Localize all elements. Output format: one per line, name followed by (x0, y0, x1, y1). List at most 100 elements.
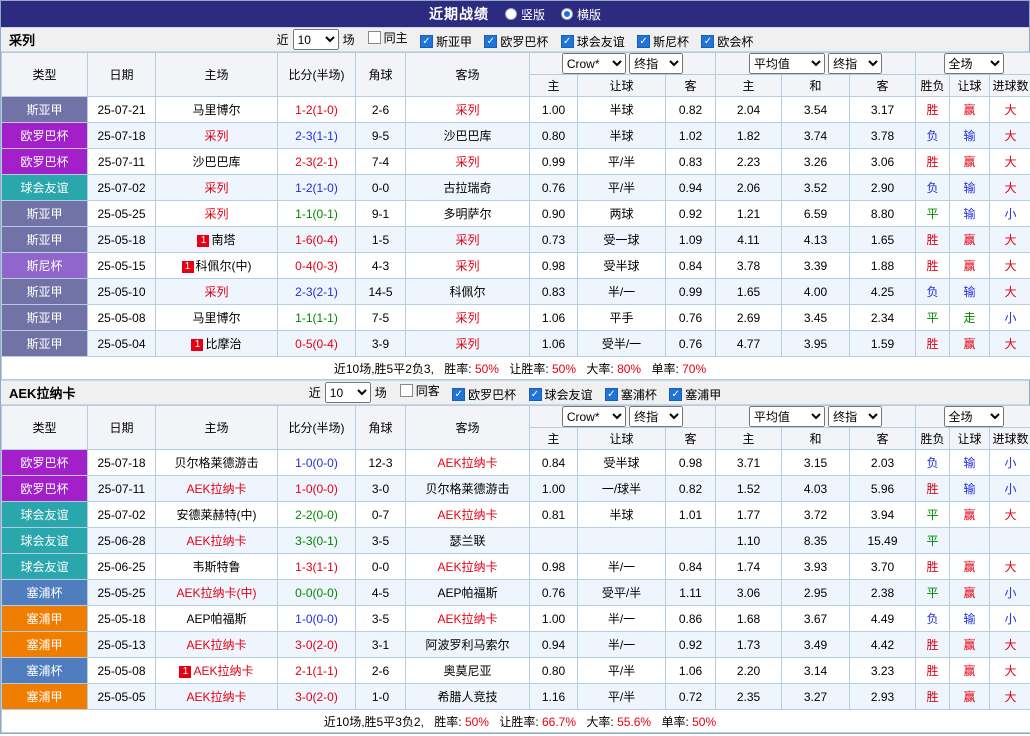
away-team[interactable]: 采列 (405, 96, 530, 123)
result-handicap: 输 (949, 278, 990, 305)
league-filter-checkbox[interactable]: 斯尼杯 (637, 33, 689, 50)
home-team[interactable]: 采列 (155, 278, 278, 305)
league-type-badge: 塞浦甲 (1, 605, 88, 632)
home-team[interactable]: AEK拉纳卡 (155, 475, 278, 502)
view-horizontal-radio[interactable]: 横版 (561, 6, 601, 23)
score-halftime: 1-1(0-1) (277, 200, 356, 227)
home-team[interactable]: AEP帕福斯 (155, 605, 278, 632)
match-date: 25-05-08 (87, 304, 156, 331)
avg-odds-home: 1.74 (715, 553, 782, 580)
home-team[interactable]: 安德莱赫特(中) (155, 501, 278, 528)
away-team[interactable]: 采列 (405, 226, 530, 253)
col-result-wdl: 胜负 (915, 74, 950, 97)
col-result-goals: 进球数 (988, 427, 1030, 450)
result-scope-select[interactable]: 全场 (943, 406, 1004, 427)
league-filter-checkbox[interactable]: 欧罗巴杯 (484, 33, 548, 50)
away-team[interactable]: AEK拉纳卡 (405, 501, 530, 528)
home-team[interactable]: 采列 (155, 122, 278, 149)
league-filter-checkbox[interactable]: 欧罗巴杯 (452, 386, 516, 403)
league-filter-checkbox[interactable]: 塞浦杯 (604, 386, 657, 403)
match-row: 欧罗巴杯 25-07-11 AEK拉纳卡 1-0(0-0) 3-0 贝尔格莱德游… (1, 475, 1030, 502)
home-team[interactable]: 1 科佩尔(中) (155, 252, 278, 279)
result-handicap: 输 (949, 200, 990, 227)
away-team[interactable]: 采列 (405, 330, 530, 357)
recent-count-select[interactable]: 10 (292, 29, 339, 50)
away-team[interactable]: 采列 (405, 252, 530, 279)
checkbox-label: 球会友谊 (576, 35, 625, 50)
league-type-badge: 塞浦杯 (1, 657, 88, 684)
match-date: 25-07-21 (87, 96, 156, 123)
away-team[interactable]: 采列 (405, 148, 530, 175)
home-team[interactable]: AEK拉纳卡 (155, 527, 278, 554)
handicap-odds-home: 0.76 (529, 579, 578, 606)
league-filter-checkbox[interactable]: 欧会杯 (701, 33, 753, 50)
away-team[interactable]: AEK拉纳卡 (405, 449, 530, 476)
league-type-badge: 球会友谊 (1, 501, 88, 528)
home-team[interactable]: 采列 (155, 174, 278, 201)
home-team[interactable]: 采列 (155, 200, 278, 227)
team2-name: AEK拉纳卡 (9, 386, 76, 401)
handicap-odds-home: 1.06 (529, 304, 578, 331)
team-name: 采列 (455, 311, 480, 325)
league-filter-checkbox[interactable]: 同主 (367, 29, 408, 46)
home-team[interactable]: 马里博尔 (155, 304, 278, 331)
team-name: AEK拉纳卡 (193, 664, 254, 678)
away-team[interactable]: 古拉瑞奇 (405, 174, 530, 201)
home-team[interactable]: 1 南塔 (155, 226, 278, 253)
result-scope-select[interactable]: 全场 (943, 53, 1004, 74)
away-team[interactable]: 多明萨尔 (405, 200, 530, 227)
away-team[interactable]: 沙巴巴库 (405, 122, 530, 149)
home-team[interactable]: AEK拉纳卡(中) (155, 579, 278, 606)
home-team[interactable]: 贝尔格莱德游击 (155, 449, 278, 476)
away-team[interactable]: 科佩尔 (405, 278, 530, 305)
league-filter-checkbox[interactable]: 同客 (399, 382, 440, 399)
handicap-time-select[interactable]: 终指 (629, 53, 684, 74)
games-label: 场 (374, 386, 387, 400)
avg-odds-draw: 3.27 (781, 683, 850, 710)
checkbox-icon (637, 35, 651, 49)
away-team[interactable]: 希腊人竞技 (405, 683, 530, 710)
home-team[interactable]: 1 比摩治 (155, 330, 278, 357)
away-team[interactable]: AEK拉纳卡 (405, 553, 530, 580)
view-vertical-radio[interactable]: 竖版 (504, 6, 545, 23)
home-team[interactable]: 马里博尔 (155, 96, 278, 123)
summary-segment: 80% (617, 361, 642, 376)
recent-count-select[interactable]: 10 (324, 382, 371, 403)
home-team[interactable]: AEK拉纳卡 (155, 631, 278, 658)
team2-filters: 近 10 场 同客 欧罗巴杯 球会友谊 塞浦杯 塞浦甲 (309, 382, 721, 404)
corners: 3-9 (355, 330, 406, 357)
away-team[interactable]: 采列 (405, 304, 530, 331)
away-team[interactable]: 奥莫尼亚 (405, 657, 530, 684)
league-filter-checkbox[interactable]: 斯亚甲 (419, 33, 472, 50)
avg-time-select[interactable]: 终指 (828, 53, 883, 74)
away-team[interactable]: AEP帕福斯 (405, 579, 530, 606)
home-team[interactable]: AEK拉纳卡 (155, 683, 278, 710)
handicap-time-select[interactable]: 终指 (629, 406, 684, 427)
result-win-draw-loss: 负 (915, 449, 950, 476)
away-team[interactable]: 贝尔格莱德游击 (405, 475, 530, 502)
avg-odds-select[interactable]: 平均值 (748, 406, 825, 427)
team-name: 瑟兰联 (449, 534, 486, 548)
team-name: 采列 (204, 181, 229, 195)
odds-provider-select[interactable]: Crow* (561, 53, 626, 74)
checkbox-label: 塞浦甲 (685, 388, 722, 403)
home-team[interactable]: 1 AEK拉纳卡 (155, 657, 278, 684)
result-win-draw-loss: 平 (915, 200, 950, 227)
avg-odds-draw: 6.59 (781, 200, 850, 227)
checkbox-icon (528, 388, 542, 402)
away-team[interactable]: 瑟兰联 (405, 527, 530, 554)
match-date: 25-06-25 (87, 553, 156, 580)
odds-provider-select[interactable]: Crow* (561, 406, 626, 427)
avg-time-select[interactable]: 终指 (828, 406, 883, 427)
result-over-under: 大 (988, 226, 1030, 253)
away-team[interactable]: AEK拉纳卡 (405, 605, 530, 632)
avg-odds-select[interactable]: 平均值 (748, 53, 825, 74)
home-team[interactable]: 韦斯特鲁 (155, 553, 278, 580)
home-team[interactable]: 沙巴巴库 (155, 148, 278, 175)
result-over-under: 大 (988, 96, 1030, 123)
league-filter-checkbox[interactable]: 球会友谊 (528, 386, 593, 403)
league-filter-checkbox[interactable]: 塞浦甲 (669, 386, 721, 403)
result-handicap: 赢 (949, 96, 990, 123)
away-team[interactable]: 阿波罗利马索尔 (405, 631, 530, 658)
league-filter-checkbox[interactable]: 球会友谊 (560, 33, 625, 50)
